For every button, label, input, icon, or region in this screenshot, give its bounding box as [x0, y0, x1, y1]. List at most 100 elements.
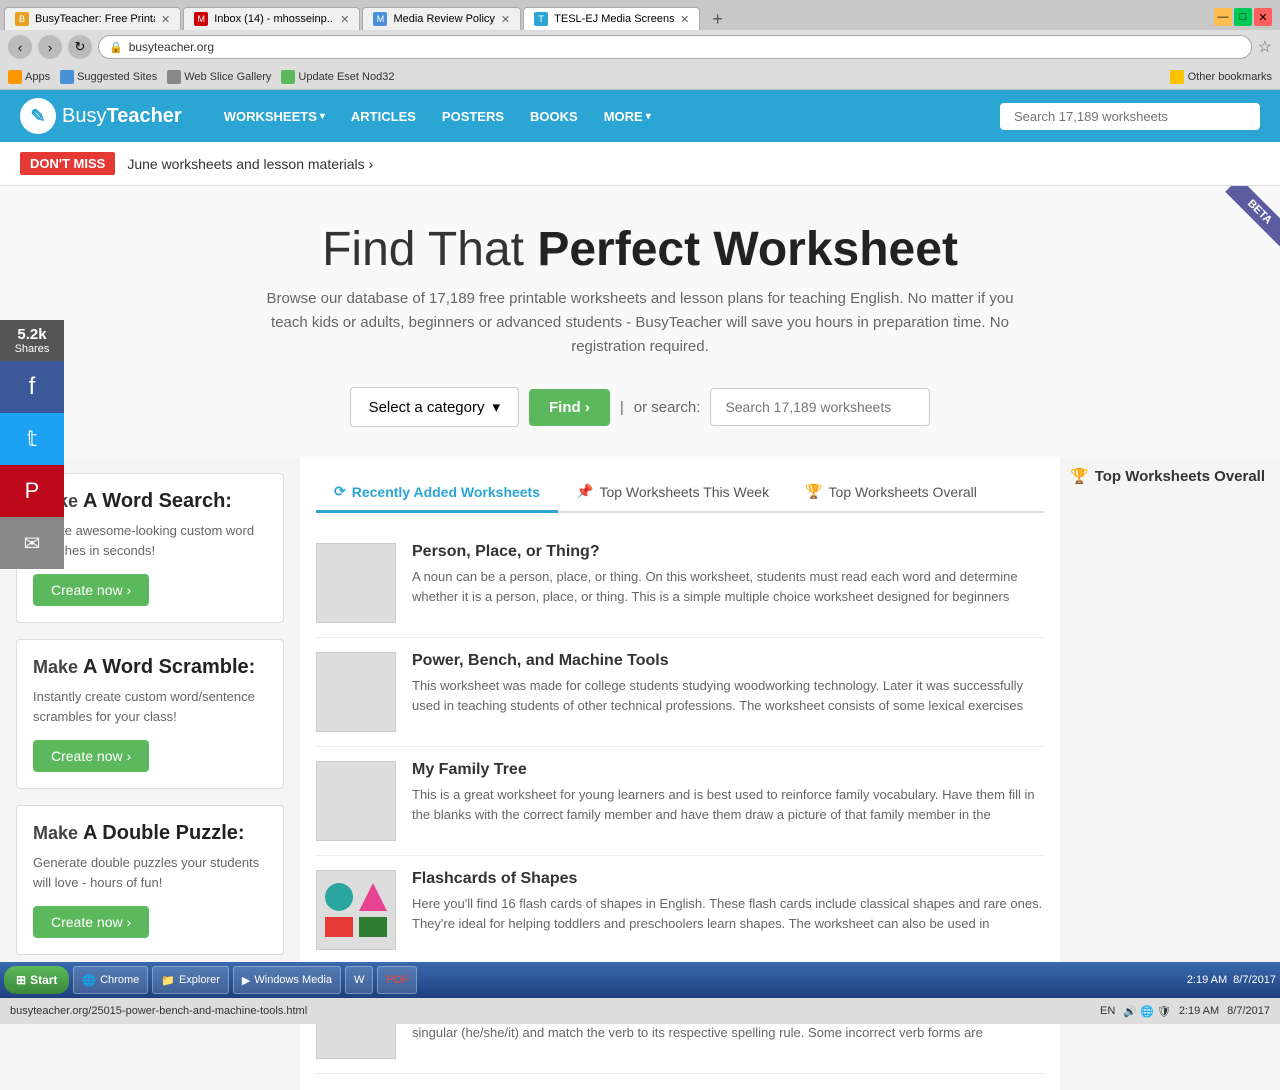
tab-favicon-2: M	[194, 12, 208, 26]
other-bookmarks[interactable]: Other bookmarks	[1170, 70, 1272, 84]
worksheet-desc-0: A noun can be a person, place, or thing.…	[412, 567, 1044, 606]
logo-icon: ✎	[20, 98, 56, 134]
beta-badge-container: BETA	[1200, 186, 1280, 266]
twitter-share-button[interactable]: 𝕥	[0, 413, 64, 465]
double-puzzle-make-label: Make	[33, 823, 78, 843]
bookmark-apps-label: Apps	[25, 71, 50, 83]
nav-worksheets[interactable]: WORKSHEETS ▾	[212, 103, 337, 130]
tab-top-week[interactable]: 📌 Top Worksheets This Week	[558, 473, 787, 513]
dont-miss-label: DON'T MISS	[20, 152, 115, 175]
logo-text-bold: Teacher	[106, 105, 181, 127]
site-logo[interactable]: ✎ BusyTeacher	[20, 98, 182, 134]
start-button[interactable]: ⊞ Start	[4, 966, 69, 994]
share-count: 5.2k	[4, 326, 60, 343]
taskbar-word[interactable]: W	[345, 966, 373, 994]
maximize-button[interactable]: □	[1234, 8, 1252, 26]
find-button[interactable]: Find ›	[529, 389, 610, 426]
or-search-separator: |	[620, 399, 624, 416]
taskbar-chrome[interactable]: 🌐 Chrome	[73, 966, 148, 994]
address-bar[interactable]: 🔒 busyteacher.org	[98, 35, 1252, 59]
tab-close-1[interactable]: ✕	[161, 13, 170, 26]
browser-tab-2[interactable]: M Inbox (14) - mhosseinp... ✕	[183, 7, 360, 30]
tab-close-4[interactable]: ✕	[680, 13, 689, 26]
apps-icon	[8, 70, 22, 84]
double-puzzle-title-bold: A Double Puzzle:	[83, 822, 244, 844]
thumb-lines-0	[350, 554, 362, 612]
worksheet-3: Flashcards of Shapes Here you'll find 16…	[316, 856, 1044, 965]
chrome-icon: 🌐	[82, 974, 96, 987]
green-rect-shape	[359, 917, 387, 937]
word-scramble-description: Instantly create custom word/sentence sc…	[33, 687, 267, 726]
nav-articles[interactable]: ARTICLES	[339, 103, 428, 130]
dont-miss-text[interactable]: June worksheets and lesson materials ›	[127, 156, 373, 172]
tab-close-3[interactable]: ✕	[501, 13, 510, 26]
back-button[interactable]: ‹	[8, 35, 32, 59]
worksheet-thumb-1	[316, 652, 396, 732]
category-select[interactable]: Select a category ▾	[350, 387, 519, 427]
week-tab-icon: 📌	[576, 483, 593, 500]
nav-posters[interactable]: POSTERS	[430, 103, 516, 130]
forward-button[interactable]: ›	[38, 35, 62, 59]
category-select-text: Select a category	[369, 399, 485, 416]
explorer-label: Explorer	[179, 974, 220, 986]
shares-label: Shares	[4, 343, 60, 355]
bookmark-apps[interactable]: Apps	[8, 70, 50, 84]
status-url: busyteacher.org/25015-power-bench-and-ma…	[10, 1005, 1090, 1017]
social-sidebar: 5.2k Shares f 𝕥 P ✉	[0, 320, 64, 569]
tab-close-2[interactable]: ✕	[340, 13, 349, 26]
close-button[interactable]: ✕	[1254, 8, 1272, 26]
webslice-icon	[167, 70, 181, 84]
tab-top-week-label: Top Worksheets This Week	[599, 484, 769, 500]
worksheet-title-2[interactable]: My Family Tree	[412, 761, 1044, 779]
browser-tab-1[interactable]: B BusyTeacher: Free Printa... ✕	[4, 7, 181, 30]
lock-icon: 🔒	[109, 41, 123, 54]
worksheet-title-1[interactable]: Power, Bench, and Machine Tools	[412, 652, 1044, 670]
clock-date: 8/7/2017	[1233, 974, 1276, 986]
bookmark-webslice[interactable]: Web Slice Gallery	[167, 70, 271, 84]
worksheets-dropdown-arrow: ▾	[320, 111, 325, 122]
email-share-button[interactable]: ✉	[0, 517, 64, 569]
new-tab-button[interactable]: +	[706, 9, 729, 30]
word-search-create-button[interactable]: Create now ›	[33, 574, 149, 606]
facebook-share-button[interactable]: f	[0, 361, 64, 413]
header-search-input[interactable]	[1000, 103, 1260, 130]
teal-circle-shape	[325, 883, 353, 911]
language-indicator: EN	[1100, 1005, 1115, 1017]
or-search-label: or search:	[634, 399, 701, 416]
hero-search-input[interactable]	[710, 388, 930, 426]
browser-tab-3[interactable]: M Media Review Policy ✕	[362, 7, 521, 30]
page-wrapper: ✎ BusyTeacher WORKSHEETS ▾ ARTICLES POST…	[0, 90, 1280, 1090]
taskbar-media[interactable]: ▶ Windows Media	[233, 966, 341, 994]
bookmark-suggested[interactable]: Suggested Sites	[60, 70, 157, 84]
browser-tab-4[interactable]: T TESL-EJ Media Screensh... ✕	[523, 7, 700, 30]
worksheet-title-3[interactable]: Flashcards of Shapes	[412, 870, 1044, 888]
taskbar-system-tray: 2:19 AM 8/7/2017	[1187, 974, 1276, 986]
tab-top-overall[interactable]: 🏆 Top Worksheets Overall	[787, 473, 995, 513]
minimize-button[interactable]: —	[1214, 8, 1232, 26]
tab-recently-added[interactable]: ⟳ Recently Added Worksheets	[316, 473, 558, 513]
tab-favicon-4: T	[534, 12, 548, 26]
worksheet-info-0: Person, Place, or Thing? A noun can be a…	[412, 543, 1044, 623]
system-tray-icons: 🔊 🌐 🛡	[1123, 1005, 1170, 1018]
taskbar-explorer[interactable]: 📁 Explorer	[152, 966, 229, 994]
browser-tabs: B BusyTeacher: Free Printa... ✕ M Inbox …	[0, 0, 1280, 30]
nav-posters-label: POSTERS	[442, 109, 504, 124]
bookmark-eset[interactable]: Update Eset Nod32	[281, 70, 394, 84]
pink-triangle-shape	[359, 883, 387, 911]
double-puzzle-create-button[interactable]: Create now ›	[33, 906, 149, 938]
tab-favicon-1: B	[15, 12, 29, 26]
header-search[interactable]	[1000, 103, 1260, 130]
suggested-icon	[60, 70, 74, 84]
bookmark-star[interactable]: ☆	[1258, 37, 1272, 57]
worksheet-info-1: Power, Bench, and Machine Tools This wor…	[412, 652, 1044, 732]
taskbar-pdf[interactable]: PDF	[377, 966, 417, 994]
word-scramble-create-button[interactable]: Create now ›	[33, 740, 149, 772]
right-sidebar-title: 🏆 Top Worksheets Overall	[1070, 467, 1270, 485]
reload-button[interactable]: ↻	[68, 35, 92, 59]
right-sidebar-title-text: Top Worksheets Overall	[1095, 468, 1265, 485]
nav-books[interactable]: BOOKS	[518, 103, 590, 130]
nav-more[interactable]: MORE ▾	[592, 103, 663, 130]
worksheet-desc-3: Here you'll find 16 flash cards of shape…	[412, 894, 1044, 933]
pinterest-share-button[interactable]: P	[0, 465, 64, 517]
worksheet-title-0[interactable]: Person, Place, or Thing?	[412, 543, 1044, 561]
